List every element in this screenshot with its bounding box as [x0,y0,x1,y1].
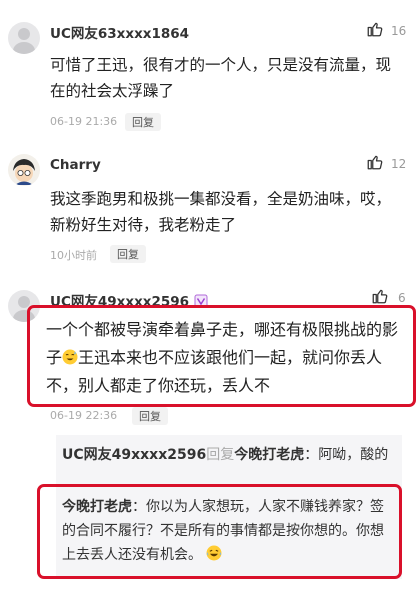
comment-text: 一个个都被导演牵着鼻子走，哪还有极限挑战的影子 王迅本来也不应该跟他们一起，就问你… [46,316,408,400]
reply-author[interactable]: UC网友49xxxx2596 [62,447,206,463]
reply-button[interactable]: 回复 [110,245,146,263]
comment-text-part-2: 王迅本来也不应该跟他们一起，就问你丢人不，别人都走了你还玩，丢人不 [46,348,383,395]
reply-button[interactable]: 回复 [132,407,168,425]
comment-text: 可惜了王迅，很有才的一个人，只是没有流量，现在的社会太浮躁了 [50,56,392,100]
sweat-smile-emoji [62,349,78,365]
reply-action: 回复 [206,447,235,463]
comment-text: 我这季跑男和极挑一集都没看，全是奶油味，哎，新粉好生对待，我老粉走了 [50,190,392,234]
avatar[interactable] [8,22,40,54]
avatar-icon [13,159,35,185]
username[interactable]: Charry [50,157,101,173]
reply-author[interactable]: 今晚打老虎 [62,499,132,515]
reply-button[interactable]: 回复 [125,113,161,131]
like-count: 6 [398,291,406,305]
like-count: 12 [391,157,407,171]
like-count: 16 [391,24,407,38]
thumbs-up-icon[interactable] [366,20,384,38]
timestamp: 06-19 21:36 [50,115,118,128]
timestamp: 10小时前 [50,249,97,262]
thumbs-up-icon[interactable] [366,153,384,171]
laughing-tears-emoji [206,545,222,561]
reply-target[interactable]: 今晚打老虎 [234,447,304,463]
timestamp: 06-19 22:36 [50,409,118,422]
username[interactable]: UC网友63xxxx1864 [50,22,189,42]
reply-text: ：阿呦，酸的 [304,447,389,463]
avatar[interactable] [8,154,40,186]
thumbs-up-icon[interactable] [371,287,389,305]
reply-item-2[interactable]: 今晚打老虎：你以为人家想玩，人家不赚钱养家？签的合同不履行？不是所有的事情都是按… [62,495,392,567]
reply-item-1[interactable]: UC网友49xxxx2596回复今晚打老虎：阿呦，酸的 [62,443,396,467]
